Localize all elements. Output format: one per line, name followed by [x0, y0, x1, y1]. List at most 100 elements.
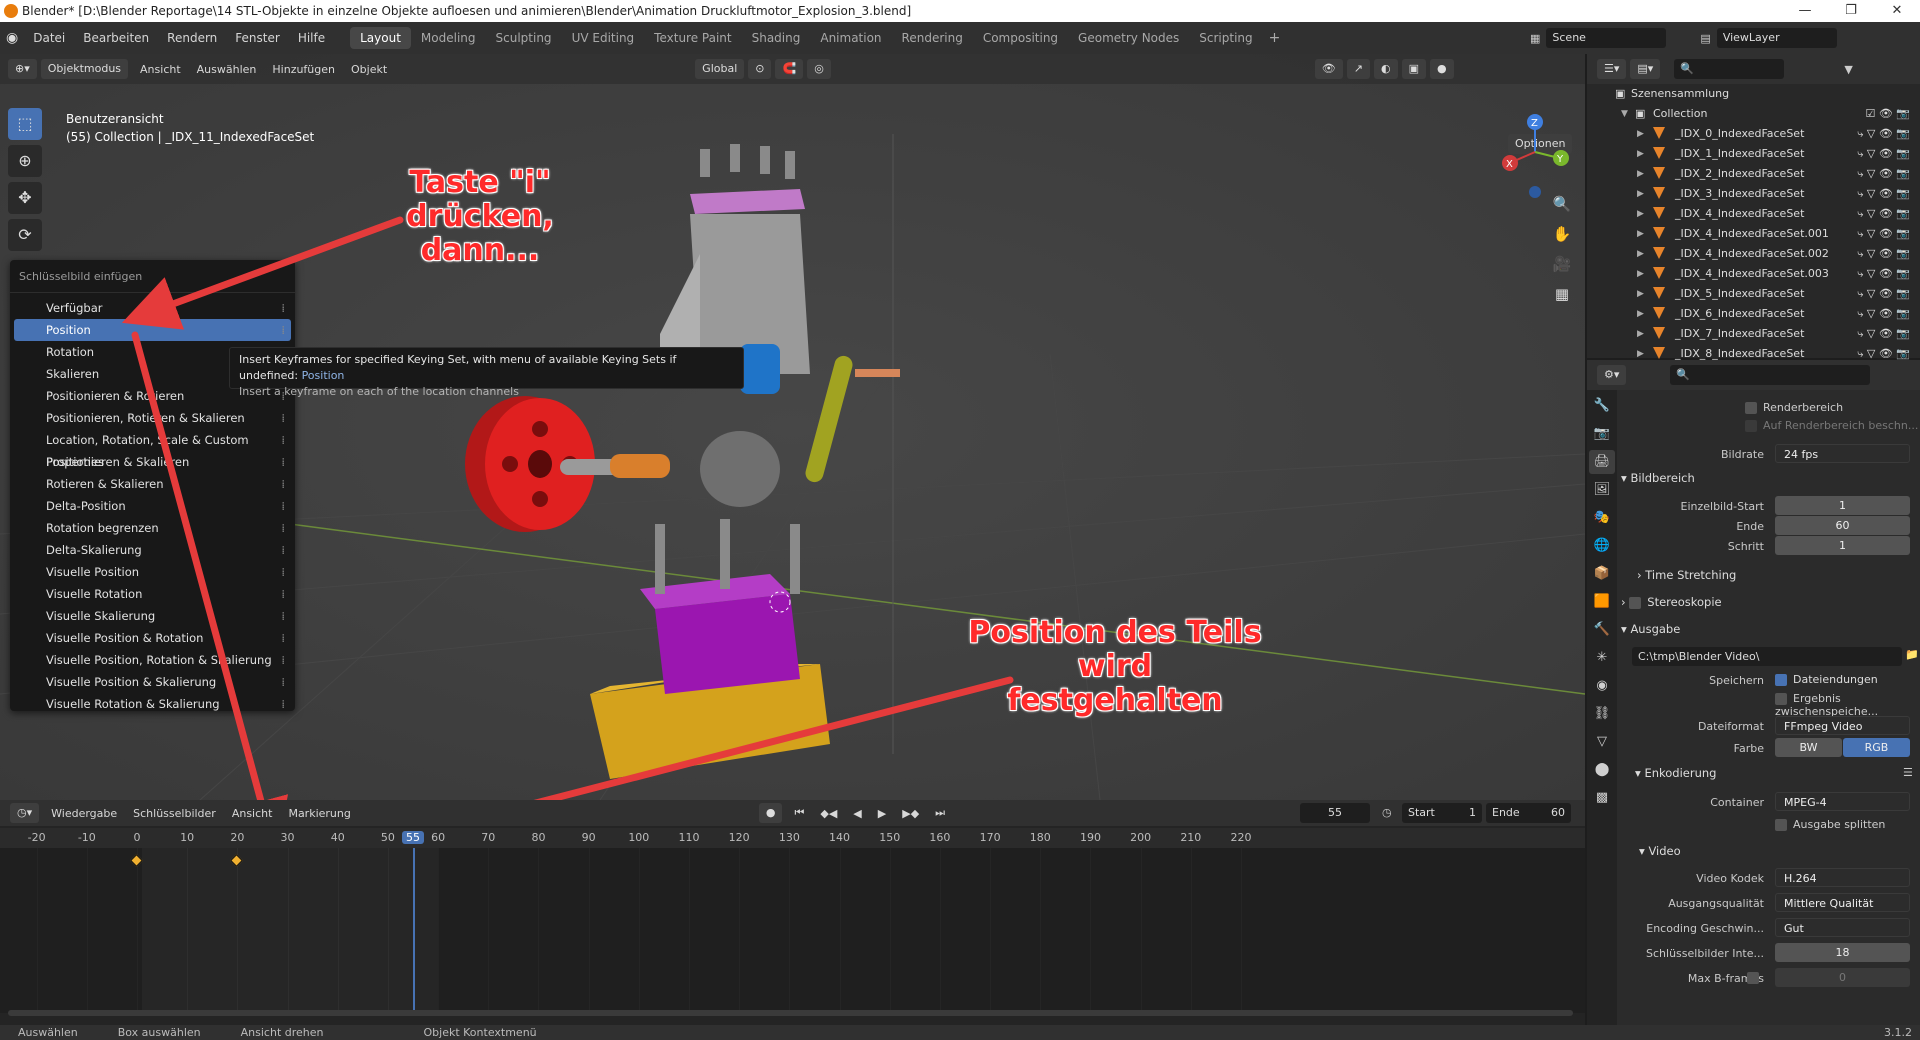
menu-item[interactable]: Visuelle Rotation ⁞	[14, 583, 291, 605]
timeline-editor-type-icon[interactable]: ◷▾	[10, 803, 40, 823]
menu-rendern[interactable]: Rendern	[158, 31, 226, 45]
tab-texture-paint[interactable]: Texture Paint	[644, 27, 741, 49]
ortho-grid-icon[interactable]: ▦	[1550, 282, 1574, 306]
render-tab-icon[interactable]: 📷	[1589, 422, 1615, 446]
constraints-tab-icon[interactable]: ⛓	[1589, 702, 1615, 726]
expand-triangle-icon[interactable]: ▶	[1637, 204, 1644, 224]
properties-search-input[interactable]: 🔍	[1670, 365, 1871, 385]
modifier-tab-icon[interactable]: 🔨	[1589, 618, 1615, 642]
menu-item[interactable]: Rotation begrenzen ⁞	[14, 517, 291, 539]
ergebnis-checkbox[interactable]: Ergebnis zwischenspeiche...	[1775, 692, 1920, 718]
select-box-tool-icon[interactable]: ⬚	[8, 108, 42, 140]
outliner-object-row[interactable]: ▶ _IDX_4_IndexedFaceSet ⤷ ▽ 👁 📷	[1587, 204, 1920, 224]
jump-end-icon[interactable]: ⏭	[927, 806, 953, 820]
add-workspace-icon[interactable]: +	[1269, 30, 1281, 46]
ausgabe-section[interactable]: ▾ Ausgabe	[1621, 622, 1680, 636]
playhead[interactable]	[413, 848, 415, 1013]
expand-triangle-icon[interactable]: ▶	[1637, 284, 1644, 304]
object-visibility-icons[interactable]: ⤷ ▽ 👁 📷	[1857, 224, 1910, 244]
enkodierung-section[interactable]: ▾ Enkodierung	[1635, 766, 1716, 780]
timeline-keyframe-area[interactable]	[0, 848, 1585, 1013]
farbe-rgb-button[interactable]: RGB	[1843, 738, 1910, 757]
menu-markierung[interactable]: Markierung	[280, 807, 358, 820]
outliner-object-row[interactable]: ▶ _IDX_2_IndexedFaceSet ⤷ ▽ 👁 📷	[1587, 164, 1920, 184]
tab-compositing[interactable]: Compositing	[973, 27, 1068, 49]
play-icon[interactable]: ▶	[870, 807, 894, 820]
properties-editor[interactable]: ⚙▾ 🔍 🔧 📷 🖨 🖼 🎭 🌐 📦 🟧 🔨 ✳ ◉ ⛓ ▽ ⬤ ▩ Rende…	[1587, 360, 1920, 1025]
scene-field[interactable]: Scene	[1546, 28, 1667, 48]
menu-objekt[interactable]: Objekt	[343, 63, 395, 76]
folder-icon[interactable]: 📁	[1905, 648, 1919, 661]
play-reverse-icon[interactable]: ◀	[845, 807, 869, 820]
stereoskopie-section[interactable]: › Stereoskopie	[1621, 595, 1722, 609]
ende-field[interactable]: 60	[1775, 516, 1910, 535]
expand-triangle-icon[interactable]: ▶	[1637, 224, 1644, 244]
menu-item[interactable]: Visuelle Position, Rotation & Skalierung…	[14, 649, 291, 671]
editor-type-icon[interactable]: ⊕▾	[8, 59, 37, 79]
menu-item[interactable]: Positionieren & Skalieren ⁞	[14, 451, 291, 473]
menu-hinzufuegen[interactable]: Hinzufügen	[264, 63, 343, 76]
display-mode-icon[interactable]: ▤▾	[1630, 59, 1661, 79]
menu-ansicht[interactable]: Ansicht	[132, 63, 189, 76]
presets-list-icon[interactable]: ☰	[1903, 766, 1913, 779]
menu-item[interactable]: Delta-Skalierung ⁞	[14, 539, 291, 561]
outliner-object-row[interactable]: ▶ _IDX_6_IndexedFaceSet ⤷ ▽ 👁 📷	[1587, 304, 1920, 324]
menu-item[interactable]: Visuelle Skalierung ⁞	[14, 605, 291, 627]
pan-hand-icon[interactable]: ✋	[1550, 222, 1574, 246]
tab-sculpting[interactable]: Sculpting	[486, 27, 562, 49]
pivot-icon[interactable]: ⊙	[748, 59, 772, 79]
menu-hilfe[interactable]: Hilfe	[289, 31, 334, 45]
outliner-object-row[interactable]: ▶ _IDX_1_IndexedFaceSet ⤷ ▽ 👁 📷	[1587, 144, 1920, 164]
menu-item[interactable]: Visuelle Position & Rotation ⁞	[14, 627, 291, 649]
auf-renderbereich-checkbox[interactable]: Auf Renderbereich beschn...	[1745, 419, 1918, 432]
kodek-dropdown[interactable]: H.264	[1775, 868, 1910, 887]
expand-triangle-icon[interactable]: ▶	[1637, 304, 1644, 324]
expand-triangle-icon[interactable]: ▶	[1637, 244, 1644, 264]
farbe-bw-button[interactable]: BW	[1775, 738, 1842, 757]
expand-triangle-icon[interactable]: ▶	[1637, 164, 1644, 184]
output-path-input[interactable]: C:\tmp\Blender Video\	[1632, 647, 1902, 666]
tab-uv-editing[interactable]: UV Editing	[562, 27, 645, 49]
blender-menu-icon[interactable]: ◉	[6, 30, 18, 46]
rotate-tool-icon[interactable]: ⟳	[8, 219, 42, 251]
output-tab-icon[interactable]: 🖨	[1589, 450, 1615, 474]
time-stretching-section[interactable]: › Time Stretching	[1637, 568, 1736, 582]
view-layer-tab-icon[interactable]: 🖼	[1589, 478, 1615, 502]
current-frame-field[interactable]: 55	[1300, 803, 1370, 823]
outliner-search-input[interactable]: 🔍	[1674, 59, 1785, 79]
texture-tab-icon[interactable]: ▩	[1589, 786, 1615, 810]
tab-scripting[interactable]: Scripting	[1189, 27, 1262, 49]
timeline-editor[interactable]: ◷▾ Wiedergabe Schlüsselbilder Ansicht Ma…	[0, 800, 1585, 1025]
menu-item[interactable]: Visuelle Position & Skalierung ⁞	[14, 671, 291, 693]
cursor-tool-icon[interactable]: ⊕	[8, 145, 42, 177]
particles-tab-icon[interactable]: ✳	[1589, 646, 1615, 670]
menu-item[interactable]: Rotieren & Skalieren ⁞	[14, 473, 291, 495]
scene-collection-row[interactable]: ▣ Szenensammlung	[1587, 84, 1920, 104]
menu-item[interactable]: Positionieren, Rotieren & Skalieren ⁞	[14, 407, 291, 429]
auto-keying-icon[interactable]: ●	[758, 803, 783, 823]
object-tab-icon[interactable]: 🟧	[1589, 590, 1615, 614]
stopwatch-icon[interactable]: ◷	[1382, 806, 1392, 819]
renderbereich-checkbox[interactable]: Renderbereich	[1745, 401, 1843, 414]
expand-triangle-icon[interactable]: ▶	[1637, 264, 1644, 284]
object-visibility-icons[interactable]: ⤷ ▽ 👁 📷	[1857, 324, 1910, 344]
menu-item[interactable]: Visuelle Rotation & Skalierung ⁞	[14, 693, 291, 715]
ausgabe-splitten-checkbox[interactable]: Ausgabe splitten	[1775, 818, 1885, 831]
outliner-object-row[interactable]: ▶ _IDX_4_IndexedFaceSet.002 ⤷ ▽ 👁 📷	[1587, 244, 1920, 264]
outliner-object-row[interactable]: ▶ _IDX_4_IndexedFaceSet.003 ⤷ ▽ 👁 📷	[1587, 264, 1920, 284]
qualitaet-dropdown[interactable]: Mittlere Qualität	[1775, 893, 1910, 912]
menu-wiedergabe[interactable]: Wiedergabe	[43, 807, 125, 820]
expand-triangle-icon[interactable]: ▶	[1637, 324, 1644, 344]
object-visibility-icons[interactable]: ⤷ ▽ 👁 📷	[1857, 244, 1910, 264]
scene-icon[interactable]: ▦	[1530, 32, 1540, 45]
geschwindigkeit-dropdown[interactable]: Gut	[1775, 918, 1910, 937]
object-visibility-icons[interactable]: ⤷ ▽ 👁 📷	[1857, 204, 1910, 224]
move-tool-icon[interactable]: ✥	[8, 182, 42, 214]
gizmo-icon[interactable]: ↗	[1346, 59, 1370, 79]
maximize-icon[interactable]: ❐	[1828, 0, 1874, 22]
jump-keyframe-back-icon[interactable]: ◆◀	[812, 807, 845, 820]
menu-datei[interactable]: Datei	[24, 31, 74, 45]
schritt-field[interactable]: 1	[1775, 536, 1910, 555]
expand-triangle-icon[interactable]: ▶	[1637, 124, 1644, 144]
tool-tab-icon[interactable]: 🔧	[1589, 394, 1615, 418]
